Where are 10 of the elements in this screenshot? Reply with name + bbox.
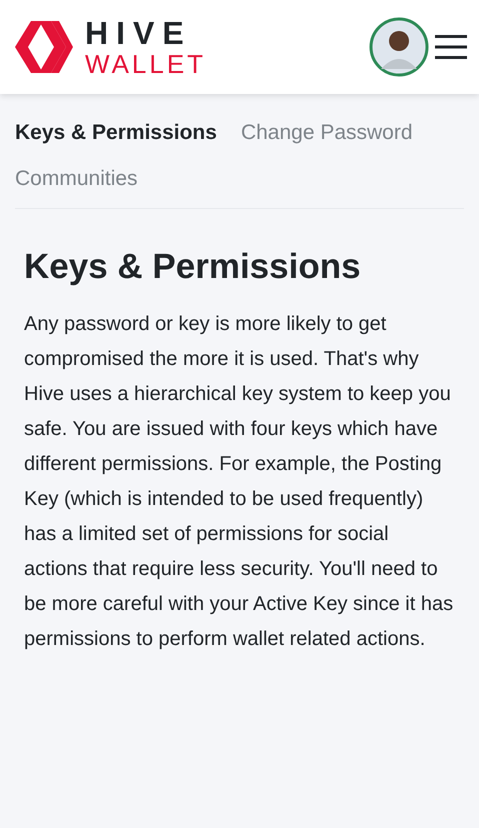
settings-tab[interactable]: Communities bbox=[15, 156, 138, 202]
section-title: Keys & Permissions bbox=[24, 246, 362, 288]
hive-logo-icon bbox=[15, 21, 73, 73]
settings-tab[interactable]: Keys & Permissions bbox=[15, 110, 217, 156]
menu-icon[interactable] bbox=[435, 34, 467, 60]
avatar[interactable] bbox=[369, 17, 429, 77]
logo-subtitle: WALLET bbox=[85, 51, 206, 77]
logo-title: HIVE bbox=[85, 17, 193, 49]
section-body: Any password or key is more likely to get compromised the more it is used. That's why Hive uses a hierarchical key system to keep you safe. You are issued with four keys which have different permissions. For example, the Posting Key (which is intended to be used frequently) has a limited set of permissions for social actions that require less security. You'll need to be more careful with your Active Key since it has permissions to perform wallet related actions. bbox=[24, 312, 454, 652]
settings-tab[interactable]: Change Password bbox=[240, 110, 413, 156]
